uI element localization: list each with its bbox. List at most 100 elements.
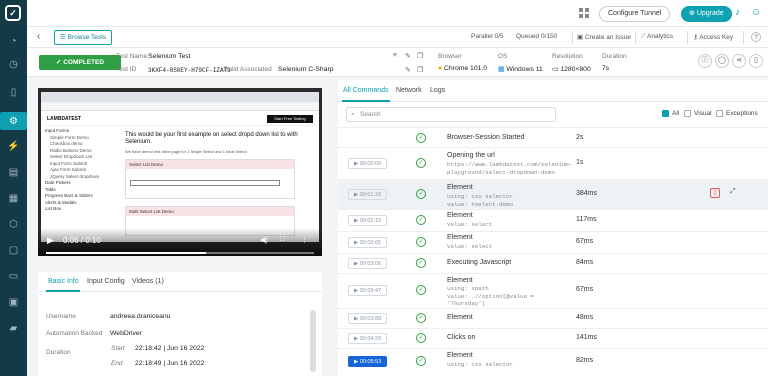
stop-icon[interactable]: ◯ xyxy=(715,54,729,68)
video-player[interactable]: LAMBDATEST Start Free Testing Input Form… xyxy=(38,88,322,256)
document-icon[interactable]: ▦ xyxy=(6,192,21,205)
filter-visual[interactable]: Visual xyxy=(684,110,712,117)
username-value: andreea.draniceanu xyxy=(110,313,171,320)
clock-icon[interactable]: ◷ xyxy=(6,58,21,71)
command-timestamp[interactable]: ▶ 00:02:65 xyxy=(348,237,388,248)
command-time: 00:03:06 xyxy=(359,261,382,267)
access-key-label: Access Key xyxy=(699,34,734,41)
command-row[interactable]: ▶ 00:03:47 ✓ Element using: xpath value:… xyxy=(338,273,768,308)
back-arrow-icon[interactable]: ‹ xyxy=(37,31,40,42)
play-icon[interactable]: ▶ xyxy=(47,235,54,246)
command-timestamp[interactable]: ▶ 00:01:32 xyxy=(348,189,388,200)
command-search-input[interactable]: ⌕ Search xyxy=(346,107,556,122)
volume-icon[interactable]: ◀) xyxy=(260,236,268,244)
command-row[interactable]: ✓ Browser-Session Started 2s xyxy=(338,127,768,147)
checkbox-visual[interactable] xyxy=(684,110,691,117)
upgrade-button[interactable]: ⊕ Upgrade xyxy=(681,6,732,22)
duration-value: 7s xyxy=(602,65,610,72)
video-progress[interactable] xyxy=(46,252,314,254)
apps-grid-icon[interactable] xyxy=(579,8,589,18)
command-row[interactable]: ▶ 00:03:88 ✓ Element 48ms xyxy=(338,308,768,328)
edit-build-icon[interactable]: ✎ xyxy=(405,66,411,74)
edit-icon[interactable]: ✎ xyxy=(405,52,411,60)
delete-icon[interactable]: ▯ xyxy=(710,188,720,198)
build-label: Build Associated xyxy=(224,66,272,73)
os-value: ▦ Windows 11 xyxy=(498,65,543,73)
lightning-icon[interactable]: ⚡ xyxy=(6,140,21,153)
select-demo-card: Select List Demo xyxy=(125,159,295,199)
layers-icon[interactable]: ▤ xyxy=(6,166,21,179)
monitor-icon[interactable]: ▣ xyxy=(6,296,21,309)
command-timestamp[interactable]: ▶ 00:02:15 xyxy=(348,215,388,226)
filter-icon[interactable]: ≡ xyxy=(393,52,397,59)
tab-basic-info[interactable]: Basic Info xyxy=(48,278,79,285)
share-icon[interactable]: ⋖ xyxy=(732,54,746,68)
command-row[interactable]: ▶ 00:02:15 ✓ Element Value: select 117ms xyxy=(338,209,768,231)
command-row-selected[interactable]: ▶ 00:01:32 ✓ Element using: css selector… xyxy=(338,179,768,209)
copy-icon[interactable]: ❐ xyxy=(417,52,423,60)
command-row[interactable]: ▶ 00:02:65 ✓ Element Value: select 67ms xyxy=(338,231,768,253)
copy-build-icon[interactable]: ❐ xyxy=(417,66,423,74)
command-time: 00:05:53 xyxy=(359,359,382,365)
delete-icon[interactable]: ▯ xyxy=(749,54,763,68)
filter-all[interactable]: All xyxy=(662,110,679,117)
filter-exceptions[interactable]: Exceptions xyxy=(716,110,758,117)
command-timestamp[interactable]: ▶ 00:04:29 xyxy=(348,333,388,344)
command-row[interactable]: ▶ 00:05:53 ✓ Element using: css selector… xyxy=(338,348,768,376)
queued-status: Queued 0/150 xyxy=(516,33,557,40)
help-button[interactable]: ? xyxy=(751,32,761,42)
tab-network[interactable]: Network xyxy=(396,87,422,94)
access-key-button[interactable]: ⚷ Access Key xyxy=(693,33,733,41)
tab-logs[interactable]: Logs xyxy=(430,87,445,94)
cube-icon[interactable]: ⬡ xyxy=(6,218,21,231)
tab-videos[interactable]: Videos (1) xyxy=(132,278,164,285)
expand-icon[interactable]: ⤢ xyxy=(730,188,736,196)
automation-icon[interactable]: ⚙ xyxy=(0,112,27,130)
dashboard-icon[interactable]: ◔ xyxy=(6,35,21,48)
bell-icon[interactable]: ♪ xyxy=(735,7,740,18)
checkbox-exceptions[interactable] xyxy=(716,110,723,117)
command-timestamp[interactable]: ▶ 00:00:00 xyxy=(348,158,388,169)
command-duration: 2s xyxy=(576,134,584,141)
tab-all-commands[interactable]: All Commands xyxy=(343,87,389,94)
fullscreen-icon[interactable]: ⛶ xyxy=(280,236,285,244)
details-scrollbar[interactable] xyxy=(310,310,316,372)
command-name: Element xyxy=(447,212,473,219)
parallel-value: 0/5 xyxy=(494,33,504,40)
command-time: 00:02:15 xyxy=(359,218,382,224)
upgrade-label: Upgrade xyxy=(696,10,724,17)
user-avatar-icon[interactable]: ☺ xyxy=(751,7,761,18)
check-icon: ✓ xyxy=(416,158,426,168)
browser-value: ● Chrome 101.0 xyxy=(438,65,487,72)
multi-select-header: Multi Select List Demo xyxy=(126,207,294,216)
command-row[interactable]: ▶ 00:04:29 ✓ Clicks on 141ms xyxy=(338,328,768,348)
folder-icon[interactable]: ▰ xyxy=(6,322,21,335)
analytics-button[interactable]: ⟋ Analytics xyxy=(641,33,673,41)
command-duration: 67ms xyxy=(576,286,594,293)
username-label: Username xyxy=(46,313,76,320)
build-name: Selenium C-Sharp xyxy=(278,66,334,73)
command-row[interactable]: ▶ 00:03:06 ✓ Executing Javascript 84ms xyxy=(338,253,768,273)
mobile-icon[interactable]: ▯ xyxy=(6,86,21,99)
video-progress-fill xyxy=(46,252,206,254)
tab-input-config[interactable]: Input Config xyxy=(87,278,125,285)
command-timestamp[interactable]: ▶ 00:03:47 xyxy=(348,285,388,296)
command-timestamp[interactable]: ▶ 00:03:88 xyxy=(348,313,388,324)
browse-tests-button[interactable]: ☰ Browse Tests xyxy=(54,30,113,45)
browser-label: Browser xyxy=(438,53,462,60)
command-detail: using: css selector xyxy=(447,361,514,368)
command-timestamp[interactable]: ▶ 00:03:06 xyxy=(348,258,388,269)
configure-tunnel-button[interactable]: Configure Tunnel xyxy=(599,6,671,22)
more-options-icon[interactable]: ⋮ xyxy=(301,236,308,244)
info-icon[interactable]: ⓘ xyxy=(698,54,712,68)
command-timestamp-active[interactable]: ▶ 00:05:53 xyxy=(348,356,388,367)
checkbox-all[interactable] xyxy=(662,110,669,117)
calendar-icon[interactable]: ▭ xyxy=(6,270,21,283)
box-icon[interactable]: ▢ xyxy=(6,244,21,257)
command-duration: 117ms xyxy=(576,216,597,223)
create-issue-button[interactable]: ▣ Create an Issue xyxy=(577,33,631,41)
lambdatest-logo-icon[interactable]: ✓ xyxy=(5,5,21,21)
left-panel: LAMBDATEST Start Free Testing Input Form… xyxy=(38,88,322,376)
command-duration: 82ms xyxy=(576,357,594,364)
command-row[interactable]: ▶ 00:00:00 ✓ Opening the url https://www… xyxy=(338,147,768,179)
